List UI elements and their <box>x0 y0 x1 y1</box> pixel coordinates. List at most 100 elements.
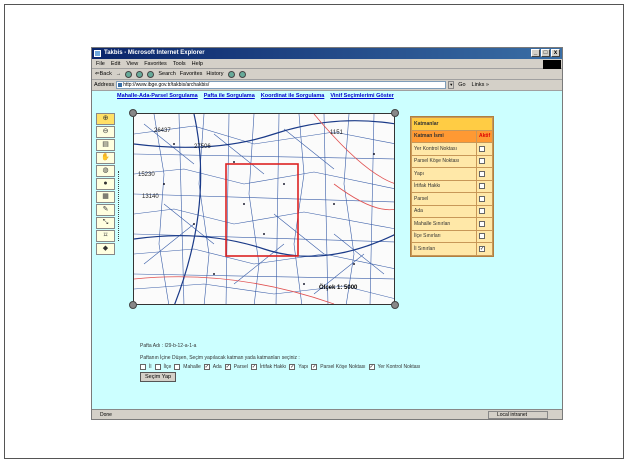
menu-favorites[interactable]: Favorites <box>144 59 167 68</box>
edit-icon[interactable]: ✎ <box>96 204 115 216</box>
pan-icon[interactable]: ✋ <box>96 152 115 164</box>
refresh-icon[interactable] <box>136 70 144 78</box>
search-button[interactable]: Search <box>158 69 175 80</box>
filter-label: Yer Kontrol Noktası <box>377 364 421 370</box>
maximize-button[interactable]: □ <box>541 49 550 57</box>
back-button[interactable]: ⇐Back <box>95 69 112 80</box>
filter-label: Yapı <box>298 364 309 370</box>
mail-icon[interactable] <box>227 70 235 78</box>
nav-link-pafta[interactable]: Pafta ile Sorgulama <box>204 93 255 99</box>
parcel-label: 13140 <box>142 194 159 200</box>
layer-checkbox[interactable] <box>479 208 485 215</box>
page-content: Mahalle-Ada-Parsel Sorgulama Pafta ile S… <box>92 91 562 409</box>
parcel-label: 26437 <box>154 128 171 134</box>
address-label: Address <box>94 81 115 88</box>
parcel-label: 15230 <box>138 172 155 178</box>
menu-edit[interactable]: Edit <box>111 59 120 68</box>
filter-checkbox[interactable] <box>250 364 257 370</box>
layer-checkbox[interactable] <box>479 195 485 202</box>
map-resize-handle[interactable] <box>391 109 399 117</box>
nav-link-mahalle[interactable]: Mahalle-Ada-Parsel Sorgulama <box>117 93 198 99</box>
filter-checkbox[interactable] <box>289 364 296 370</box>
layer-name: Yapı <box>411 167 477 181</box>
nav-link-secimler[interactable]: Vinif Seçimlerimi Göster <box>330 93 393 99</box>
measure-icon[interactable]: ⤡ <box>96 217 115 229</box>
layer-checkbox[interactable] <box>479 183 485 190</box>
map-tools: ⊕ ⊖ ▤ ✋ ◍ ● ▦ ✎ ⤡ ⌑ ◆ <box>96 113 116 255</box>
zoom-ruler[interactable] <box>118 171 123 241</box>
layers-panel: Katmanlar Katman İsmi Aktif Yer Kontrol … <box>410 116 494 257</box>
parcel-label: 27506 <box>194 144 211 150</box>
layer-name: İrtifak Hakkı <box>411 179 477 193</box>
filter-checkbox[interactable] <box>154 364 161 370</box>
layer-name: İlçe Sınırları <box>411 229 477 243</box>
zone-indicator: Local intranet <box>488 411 548 419</box>
info-icon[interactable]: ● <box>96 178 115 190</box>
layer-name-header: Katman İsmi <box>411 129 477 143</box>
map-scale-label: Ölçek 1: 5000 <box>319 284 358 291</box>
layer-checkbox[interactable] <box>479 170 485 177</box>
filter-checkbox[interactable] <box>174 364 181 370</box>
zoom-out-icon[interactable]: ⊖ <box>96 126 115 138</box>
filter-label: İrtifak Hakkı <box>259 364 287 370</box>
zoom-in-icon[interactable]: ⊕ <box>96 113 115 125</box>
layer-name: Parsel <box>411 192 477 206</box>
print-map-icon[interactable]: ▤ <box>96 139 115 151</box>
layer-checkbox[interactable] <box>479 245 485 252</box>
filter-label: Parsel <box>233 364 248 370</box>
select-button[interactable]: Seçim Yap <box>140 372 177 382</box>
ie-icon <box>94 50 101 57</box>
filter-checkbox[interactable] <box>311 364 318 370</box>
title-bar: Takbis - Microsoft Internet Explorer _ □… <box>92 48 562 59</box>
filter-label: İl <box>149 364 152 370</box>
selection-prompt: Paftanın İçine Düşen, Seçim yapılacak ka… <box>140 355 300 361</box>
map-resize-handle[interactable] <box>391 301 399 309</box>
layer-name: Mahalle Sınırları <box>411 217 477 231</box>
layer-checkbox[interactable] <box>479 233 485 240</box>
minimize-button[interactable]: _ <box>531 49 540 57</box>
print-icon[interactable] <box>238 70 246 78</box>
menu-file[interactable]: File <box>96 59 105 68</box>
toolbar: ⇐Back → Search Favorites History <box>92 69 562 80</box>
filter-checkbox[interactable] <box>224 364 231 370</box>
menu-view[interactable]: View <box>126 59 138 68</box>
history-button[interactable]: History <box>206 69 223 80</box>
map-canvas: 26437 27506 15230 13140 1151 Ölçek 1: 50… <box>134 114 394 304</box>
nav-link-koordinat[interactable]: Koordinat ile Sorgulama <box>261 93 325 99</box>
layer-checkbox[interactable] <box>479 220 485 227</box>
pafta-name: Pafta Adı : I29-b-12-a-1-a <box>140 343 197 349</box>
home-icon[interactable] <box>147 70 155 78</box>
stop-icon[interactable] <box>125 70 133 78</box>
close-button[interactable]: x <box>551 49 560 57</box>
address-dropdown-icon[interactable]: ▼ <box>448 81 455 89</box>
address-bar: Address http://www.ibge.gov.tr/takbis/ar… <box>92 80 562 91</box>
filter-checkbox[interactable] <box>203 364 210 370</box>
links-button[interactable]: Links » <box>470 80 491 91</box>
cadastral-map[interactable]: 26437 27506 15230 13140 1151 Ölçek 1: 50… <box>133 113 395 305</box>
filter-checkbox[interactable] <box>368 364 375 370</box>
layers-icon[interactable]: ◆ <box>96 243 115 255</box>
table-icon[interactable]: ▦ <box>96 191 115 203</box>
favorites-button[interactable]: Favorites <box>180 69 203 80</box>
address-input[interactable]: http://www.ibge.gov.tr/takbis/archakbis/ <box>116 81 447 89</box>
layer-name: Ada <box>411 204 477 218</box>
filter-label: Parsel Köşe Noktası <box>320 364 366 370</box>
window-title: Takbis - Microsoft Internet Explorer <box>104 50 205 56</box>
menu-tools[interactable]: Tools <box>173 59 186 68</box>
layer-active-header: Aktif <box>476 129 493 143</box>
filter-checkbox[interactable] <box>140 364 146 370</box>
select-icon[interactable]: ⌑ <box>96 230 115 242</box>
layer-checkbox[interactable] <box>479 158 485 165</box>
forward-button[interactable]: → <box>116 69 122 80</box>
go-button[interactable]: Go <box>456 80 467 91</box>
map-resize-handle[interactable] <box>129 301 137 309</box>
menu-help[interactable]: Help <box>192 59 203 68</box>
filter-label: İlçe <box>163 364 172 370</box>
nav-links: Mahalle-Ada-Parsel Sorgulama Pafta ile S… <box>117 93 394 99</box>
globe-icon[interactable]: ◍ <box>96 165 115 177</box>
map-resize-handle[interactable] <box>129 109 137 117</box>
parcel-label: 1151 <box>330 130 344 136</box>
layer-checkbox[interactable] <box>479 145 485 152</box>
slide-frame: Takbis - Microsoft Internet Explorer _ □… <box>4 4 624 459</box>
layers-header: Katmanlar <box>411 117 493 131</box>
